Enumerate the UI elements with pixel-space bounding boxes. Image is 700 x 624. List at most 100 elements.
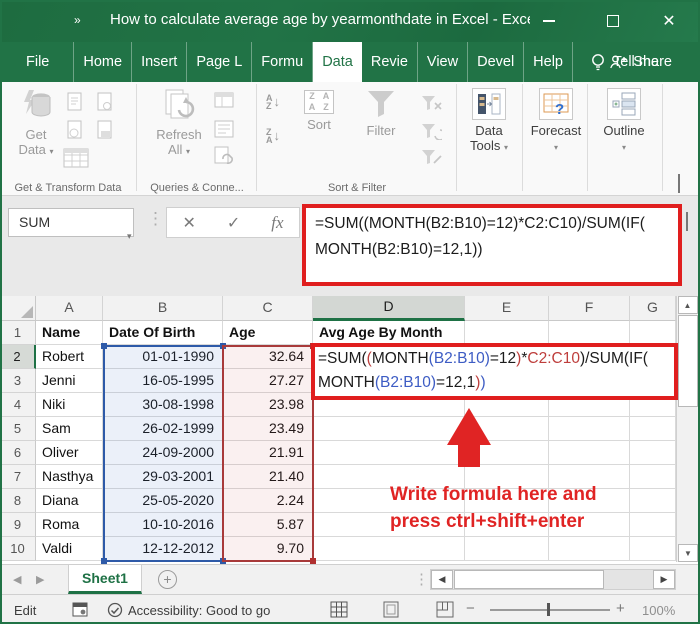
cell[interactable] <box>630 417 676 441</box>
cell[interactable] <box>549 321 630 345</box>
sheet-nav-prev-icon[interactable]: ◀ <box>13 573 21 586</box>
row-header-3[interactable]: 3 <box>0 369 36 393</box>
cell[interactable] <box>630 321 676 345</box>
sheet-nav-next-icon[interactable]: ▶ <box>36 573 44 586</box>
col-header-E[interactable]: E <box>465 296 549 321</box>
scrollbar-resize-handle[interactable]: ⋮ <box>414 570 429 588</box>
accessibility-status[interactable]: Accessibility: Good to go <box>128 603 270 618</box>
cell[interactable] <box>313 441 465 465</box>
filter-button[interactable]: Filter <box>352 88 410 138</box>
cell[interactable]: 23.98 <box>223 393 313 417</box>
cell[interactable]: 12-12-2012 <box>103 537 223 561</box>
from-table-range-icon[interactable] <box>62 146 90 170</box>
tab-page-layout[interactable]: Page L <box>187 42 252 82</box>
quick-access-toolbar-expand-icon[interactable]: » <box>74 13 81 27</box>
select-all-corner[interactable] <box>0 296 36 321</box>
cell[interactable]: 21.40 <box>223 465 313 489</box>
cell[interactable] <box>465 537 549 561</box>
scroll-down-button[interactable]: ▼ <box>678 544 698 562</box>
cell[interactable] <box>630 465 676 489</box>
cell[interactable]: Roma <box>36 513 103 537</box>
tab-insert[interactable]: Insert <box>132 42 187 82</box>
row-header-9[interactable]: 9 <box>0 513 36 537</box>
col-header-C[interactable]: C <box>223 296 313 321</box>
tab-home[interactable]: Home <box>73 42 132 82</box>
forecast-button[interactable]: ? Forecast ▾ <box>526 88 586 155</box>
cell[interactable]: Age <box>223 321 313 345</box>
row-header-4[interactable]: 4 <box>0 393 36 417</box>
page-break-preview-icon[interactable] <box>436 601 454 621</box>
row-header-10[interactable]: 10 <box>0 537 36 561</box>
tab-data[interactable]: Data <box>313 42 362 82</box>
normal-view-icon[interactable] <box>330 601 348 621</box>
clear-filter-icon[interactable] <box>420 94 442 112</box>
row-header-5[interactable]: 5 <box>0 417 36 441</box>
advanced-filter-icon[interactable] <box>420 148 442 166</box>
cell[interactable] <box>549 417 630 441</box>
accessibility-checker-icon[interactable] <box>106 601 124 622</box>
cell[interactable]: 5.87 <box>223 513 313 537</box>
cell[interactable]: 21.91 <box>223 441 313 465</box>
cell[interactable]: Date Of Birth <box>103 321 223 345</box>
col-header-B[interactable]: B <box>103 296 223 321</box>
from-web-icon[interactable] <box>66 120 84 140</box>
cell[interactable]: Jenni <box>36 369 103 393</box>
close-button[interactable]: ✕ <box>656 10 682 32</box>
vertical-scrollbar[interactable]: ▲ ▼ <box>676 296 698 562</box>
sheet-tab-sheet1[interactable]: Sheet1 <box>68 565 142 594</box>
tab-formulas[interactable]: Formu <box>252 42 313 82</box>
tab-review[interactable]: Revie <box>362 42 418 82</box>
edit-links-icon[interactable] <box>214 146 234 166</box>
zoom-slider[interactable] <box>490 609 610 611</box>
share-button[interactable]: Share <box>609 42 672 82</box>
cell[interactable] <box>630 441 676 465</box>
scroll-right-button[interactable]: ▶ <box>653 570 675 589</box>
zoom-slider-thumb[interactable] <box>547 603 550 616</box>
tab-view[interactable]: View <box>418 42 468 82</box>
cell[interactable]: 26-02-1999 <box>103 417 223 441</box>
formula-cell-highlight-box[interactable]: =SUM((MONTH(B2:B10)=12)*C2:C10)/SUM(IF( … <box>311 343 678 400</box>
tab-file[interactable]: File <box>14 42 61 82</box>
cell[interactable] <box>549 537 630 561</box>
confirm-entry-button[interactable]: ✓ <box>227 213 240 233</box>
cell[interactable]: Niki <box>36 393 103 417</box>
sort-ascending-icon[interactable]: AZ↓ <box>266 94 280 110</box>
get-data-button[interactable]: Get Data ▾ <box>8 88 64 159</box>
name-box-dropdown-icon[interactable]: ▾ <box>127 231 132 242</box>
cell[interactable]: Name <box>36 321 103 345</box>
properties-icon[interactable] <box>214 92 234 109</box>
insert-function-button[interactable]: fx <box>271 213 283 233</box>
col-header-F[interactable]: F <box>549 296 630 321</box>
cell[interactable]: 16-05-1995 <box>103 369 223 393</box>
refresh-all-button[interactable]: Refresh All ▾ <box>150 88 208 159</box>
row-header-1[interactable]: 1 <box>0 321 36 345</box>
data-tools-button[interactable]: Data Tools ▾ <box>460 88 518 155</box>
cell[interactable] <box>630 513 676 537</box>
cell[interactable]: Avg Age By Month <box>313 321 465 345</box>
zoom-level[interactable]: 100% <box>642 603 675 618</box>
cell[interactable]: 10-10-2016 <box>103 513 223 537</box>
cell[interactable]: 27.27 <box>223 369 313 393</box>
page-layout-view-icon[interactable] <box>382 601 400 621</box>
cell[interactable] <box>465 321 549 345</box>
macro-record-icon[interactable] <box>72 601 89 621</box>
zoom-out-button[interactable]: − <box>466 600 475 617</box>
cell[interactable] <box>549 441 630 465</box>
cell[interactable]: 9.70 <box>223 537 313 561</box>
cell[interactable]: 2.24 <box>223 489 313 513</box>
sort-button[interactable]: ZAAZ Sort <box>294 90 344 132</box>
cell[interactable] <box>313 537 465 561</box>
cell[interactable]: Diana <box>36 489 103 513</box>
tab-developer[interactable]: Devel <box>468 42 524 82</box>
cell[interactable]: Sam <box>36 417 103 441</box>
cell[interactable]: 24-09-2000 <box>103 441 223 465</box>
vertical-scroll-thumb[interactable] <box>678 315 698 407</box>
cell[interactable]: Nasthya <box>36 465 103 489</box>
cancel-entry-button[interactable]: ✕ <box>182 213 195 233</box>
cell[interactable] <box>313 417 465 441</box>
cell[interactable]: 25-05-2020 <box>103 489 223 513</box>
from-text-icon[interactable] <box>96 120 114 140</box>
cell[interactable]: Valdi <box>36 537 103 561</box>
cell[interactable]: Robert <box>36 345 103 369</box>
row-header-7[interactable]: 7 <box>0 465 36 489</box>
